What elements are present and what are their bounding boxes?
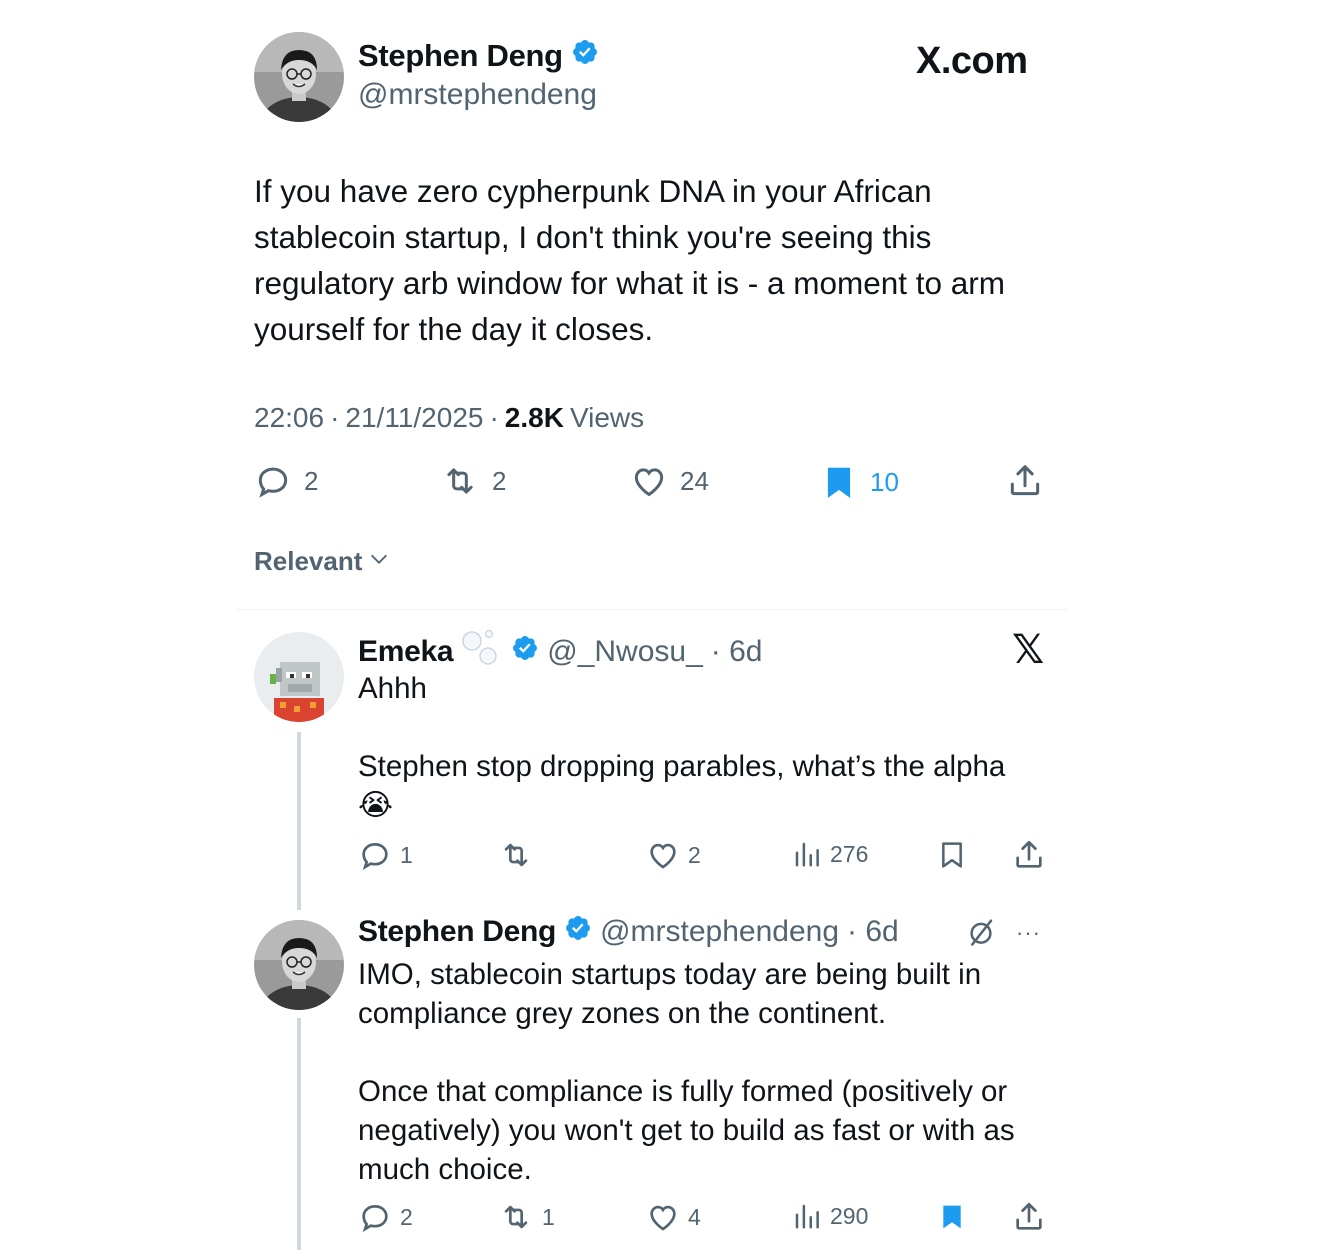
share-icon [1012,838,1046,872]
repost-button[interactable]: 1 [498,1200,555,1234]
reply-text-line: Stephen stop dropping parables, what’s t… [358,750,1006,783]
crying-emoji: 😭 [358,789,394,822]
reply-actions: 1 2 276 [358,838,1048,874]
reply-text-paragraph: IMO, stablecoin startups today are being… [358,958,982,1030]
reply-icon [254,462,292,500]
thread-line [297,732,301,910]
verified-badge-icon [511,634,539,670]
reply-avatar[interactable] [254,632,344,722]
heart-icon [646,1200,680,1234]
like-button[interactable]: 2 [646,838,701,872]
chevron-down-icon [368,546,390,577]
like-count: 4 [688,1203,701,1230]
views-label: Views [569,402,645,433]
bookmark-button[interactable] [936,838,968,872]
views-count: 276 [830,840,869,867]
grok-icon[interactable] [966,916,996,953]
repost-icon [440,462,480,500]
views-button[interactable]: 290 [792,1200,868,1232]
author-avatar[interactable] [254,32,344,122]
brand-logo: X.com [916,40,1028,82]
share-icon [1006,462,1044,500]
reply-author-name[interactable]: Emeka [358,635,454,669]
reply-button[interactable]: 2 [254,462,318,500]
reply-actions: 2 1 4 290 [358,1200,1048,1236]
bookmark-button[interactable]: 10 [820,462,899,502]
sort-dropdown[interactable]: Relevant [254,546,390,577]
reply-age[interactable]: · 6d [847,915,899,949]
reply-button[interactable]: 1 [358,838,413,872]
like-count: 2 [688,841,701,868]
x-logo-icon: 𝕏 [1012,628,1045,672]
share-button[interactable] [1012,838,1046,872]
bookmark-icon [936,838,968,872]
repost-count: 1 [542,1203,555,1230]
reply-count: 1 [400,841,413,868]
verified-badge-icon [564,914,592,950]
more-icon[interactable]: ··· [1016,920,1041,946]
tweet-actions: 2 2 24 10 [254,462,1054,510]
thread-line [297,1018,301,1250]
views-count: 2.8K [504,402,564,433]
reply-age[interactable]: · 6d [711,635,763,669]
heart-icon [646,838,680,872]
repost-button[interactable]: 2 [440,462,506,500]
divider [236,609,1068,610]
like-button[interactable]: 4 [646,1200,701,1234]
like-button[interactable]: 24 [630,462,709,500]
tweet-time[interactable]: 22:06 [254,402,324,434]
tweet-card: Stephen Deng @mrstephendeng X.com If you… [236,0,1068,1250]
reply-icon [358,838,392,872]
reply-button[interactable]: 2 [358,1200,413,1234]
share-icon [1012,1200,1046,1234]
tweet-date[interactable]: 21/11/2025 [345,402,483,434]
reply-text-paragraph: Once that compliance is fully formed (po… [358,1075,1015,1186]
like-count: 24 [680,465,709,496]
bookmark-filled-icon [820,462,858,502]
reply-icon [358,1200,392,1234]
bookmark-count: 10 [870,466,899,497]
repost-button[interactable] [498,838,542,872]
reply-header: Stephen Deng @mrstephendeng · 6d [358,914,899,950]
reply-text: Ahhh Stephen stop dropping parables, wha… [358,669,1048,825]
share-button[interactable] [1012,1200,1046,1234]
heart-icon [630,462,668,500]
reply-text-line: Ahhh [358,672,427,705]
reply-avatar[interactable] [254,920,344,1010]
reply-count: 2 [400,1203,413,1230]
meta-separator: · [489,402,499,433]
share-button[interactable] [1006,462,1044,500]
views-chart-icon [792,1200,822,1232]
reply-count: 2 [304,465,319,496]
author-name[interactable]: Stephen Deng [358,38,599,74]
repost-icon [498,1200,534,1234]
tweet-text: If you have zero cypherpunk DNA in your … [254,173,1006,347]
sort-label: Relevant [254,546,363,576]
repost-count: 2 [492,465,507,496]
verified-badge-icon [571,38,599,74]
bookmark-filled-icon [936,1200,968,1234]
views-button[interactable]: 276 [792,838,868,870]
repost-icon [498,838,534,872]
meta-separator: · [330,402,340,433]
reply-text: IMO, stablecoin startups today are being… [358,955,1048,1189]
author-handle[interactable]: @mrstephendeng [358,78,597,112]
bookmark-button[interactable] [936,1200,968,1234]
views-count: 290 [830,1202,869,1229]
reply-author-handle[interactable]: @mrstephendeng [600,915,839,949]
views-chart-icon [792,838,822,870]
reply-author-handle[interactable]: @_Nwosu_ [547,635,703,669]
tweet-meta: 22:06 · 21/11/2025 · 2.8K Views [254,402,644,434]
reply-author-name[interactable]: Stephen Deng [358,915,556,949]
